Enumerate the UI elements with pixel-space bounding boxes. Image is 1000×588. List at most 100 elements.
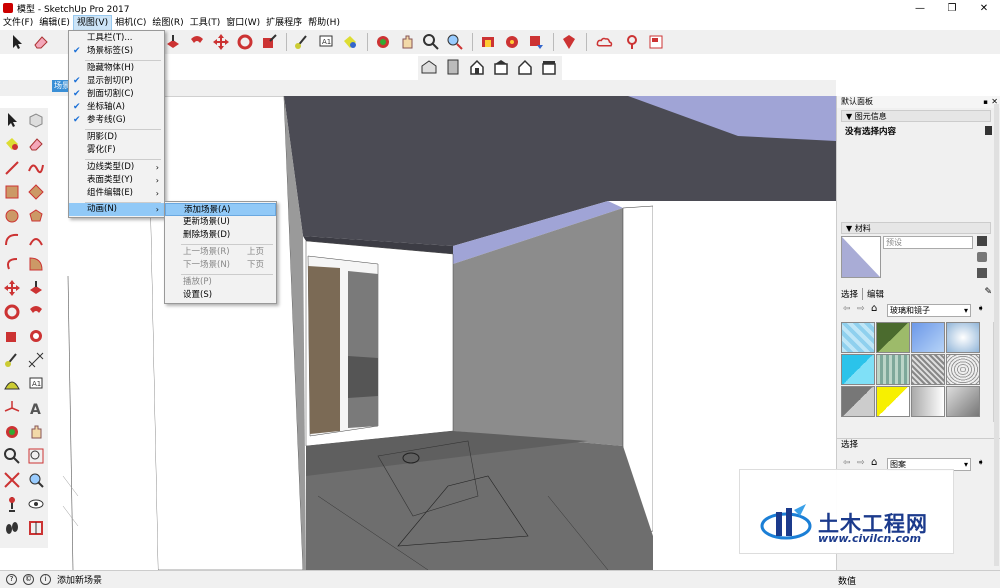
previous-view-icon[interactable] <box>25 469 47 491</box>
menu-item-fog[interactable]: 雾化(F) <box>69 144 164 157</box>
material-swatch[interactable] <box>876 354 910 385</box>
material-preview[interactable] <box>841 236 881 278</box>
material-swatch[interactable] <box>841 322 875 353</box>
menu-extensions[interactable]: 扩展程序 <box>263 16 305 30</box>
back-view-icon[interactable] <box>514 56 536 78</box>
follow-me-icon[interactable] <box>186 31 208 53</box>
left-view-icon[interactable] <box>538 56 560 78</box>
material-library-select[interactable]: 玻璃和镜子 ▾ <box>887 304 971 317</box>
look-around-icon[interactable] <box>25 493 47 515</box>
zoom-icon[interactable] <box>420 31 442 53</box>
submenu-item-previous-scene[interactable]: 上一场景(R) 上页 <box>165 246 276 259</box>
select-tool-icon[interactable] <box>6 31 28 53</box>
position-camera-icon[interactable] <box>1 493 23 515</box>
details-arrow-icon[interactable]: ➧ <box>977 458 985 468</box>
layout-icon[interactable] <box>645 31 667 53</box>
help-icon[interactable]: i <box>40 574 51 585</box>
scale-tool-icon[interactable] <box>1 325 23 347</box>
paint-icon[interactable] <box>1 133 23 155</box>
rotated-rect-icon[interactable] <box>25 181 47 203</box>
menu-item-section-planes[interactable]: ✔ 显示剖切(P) <box>69 75 164 88</box>
move-tool-icon[interactable] <box>1 277 23 299</box>
eraser-tool-icon[interactable] <box>30 31 52 53</box>
move-icon[interactable] <box>210 31 232 53</box>
sample-paint-icon[interactable] <box>977 268 987 278</box>
orbit-tool-icon[interactable] <box>1 421 23 443</box>
menu-view[interactable]: 视图(V) <box>72 15 113 31</box>
zoom-extents-icon[interactable] <box>444 31 466 53</box>
credits-icon[interactable]: © <box>23 574 34 585</box>
offset-tool-icon[interactable] <box>25 325 47 347</box>
circle-icon[interactable] <box>1 205 23 227</box>
display-secondary-icon[interactable] <box>977 236 987 246</box>
material-swatch[interactable] <box>841 354 875 385</box>
menu-item-face-style[interactable]: 表面类型(Y) › <box>69 174 164 187</box>
top-view-icon[interactable] <box>442 56 464 78</box>
material-swatch[interactable] <box>946 386 980 417</box>
pan-tool-icon[interactable] <box>25 421 47 443</box>
home-icon[interactable]: ⌂ <box>871 457 877 468</box>
menu-edit[interactable]: 编辑(E) <box>36 16 73 30</box>
rotate-icon[interactable] <box>234 31 256 53</box>
menu-item-component-edit[interactable]: 组件编辑(E) › <box>69 187 164 200</box>
forward-arrow-icon[interactable]: ⇨ <box>857 458 865 468</box>
entity-info-header[interactable]: ▼ 图元信息 <box>841 110 991 122</box>
zoom-window-icon[interactable] <box>25 445 47 467</box>
details-arrow-icon[interactable]: ➧ <box>977 304 985 314</box>
minimize-button[interactable]: — <box>904 0 936 16</box>
menu-item-section-cuts[interactable]: ✔ 剖面切割(C) <box>69 88 164 101</box>
tape-measure-icon[interactable] <box>291 31 313 53</box>
tab-edit[interactable]: 编辑 <box>867 288 884 300</box>
right-view-icon[interactable] <box>490 56 512 78</box>
geolocation-icon[interactable]: ? <box>6 574 17 585</box>
section-plane-icon[interactable] <box>25 517 47 539</box>
menu-window[interactable]: 窗口(W) <box>223 16 263 30</box>
walk-icon[interactable] <box>1 517 23 539</box>
front-view-icon[interactable] <box>466 56 488 78</box>
scale-icon[interactable] <box>258 31 280 53</box>
menu-tools[interactable]: 工具(T) <box>187 16 224 30</box>
eyedropper-icon[interactable]: ✎ <box>984 287 992 297</box>
zoom-tool-icon[interactable] <box>1 445 23 467</box>
zoom-extents-tool-icon[interactable] <box>1 469 23 491</box>
menu-camera[interactable]: 相机(C) <box>112 16 149 30</box>
menu-item-hidden-geometry[interactable]: 隐藏物体(H) <box>69 62 164 75</box>
pushpull-tool-icon[interactable] <box>25 277 47 299</box>
back-arrow-icon[interactable]: ⇦ <box>843 304 851 314</box>
model-viewport[interactable] <box>48 96 836 570</box>
material-name-field[interactable]: 预设 <box>883 236 973 249</box>
dimension-tool-icon[interactable] <box>25 349 47 371</box>
line-icon[interactable] <box>1 157 23 179</box>
arc3-icon[interactable] <box>1 253 23 275</box>
menu-item-scene-tabs[interactable]: ✔ 场景标签(S) <box>69 45 164 58</box>
materials-header[interactable]: ▼ 材料 <box>841 222 991 234</box>
submenu-item-settings[interactable]: 设置(S) <box>165 289 276 302</box>
menu-draw[interactable]: 绘图(R) <box>149 16 186 30</box>
material-swatch[interactable] <box>946 354 980 385</box>
rotate-tool-icon[interactable] <box>1 301 23 323</box>
submenu-item-add-scene[interactable]: 添加场景(A) <box>165 203 276 216</box>
protractor-icon[interactable] <box>1 373 23 395</box>
material-swatch[interactable] <box>876 322 910 353</box>
submenu-item-next-scene[interactable]: 下一场景(N) 下页 <box>165 259 276 272</box>
tab-select[interactable]: 选择 <box>841 288 864 300</box>
create-material-icon[interactable] <box>977 252 987 262</box>
select-icon[interactable] <box>1 109 23 131</box>
material-swatch[interactable] <box>911 386 945 417</box>
menu-file[interactable]: 文件(F) <box>0 16 36 30</box>
material-swatch[interactable] <box>946 322 980 353</box>
paint-bucket-icon[interactable] <box>339 31 361 53</box>
iso-view-icon[interactable] <box>418 56 440 78</box>
push-pull-icon[interactable] <box>162 31 184 53</box>
axes-tool-icon[interactable] <box>1 397 23 419</box>
eraser-icon[interactable] <box>25 133 47 155</box>
pan-icon[interactable] <box>396 31 418 53</box>
cloud-icon[interactable] <box>591 31 619 53</box>
material-swatch[interactable] <box>911 322 945 353</box>
location-icon[interactable] <box>621 31 643 53</box>
followme-tool-icon[interactable] <box>25 301 47 323</box>
extension-warehouse-icon[interactable] <box>558 31 580 53</box>
rectangle-icon[interactable] <box>1 181 23 203</box>
make-component-icon[interactable] <box>25 109 47 131</box>
text-tool-icon[interactable]: A1 <box>315 31 337 53</box>
